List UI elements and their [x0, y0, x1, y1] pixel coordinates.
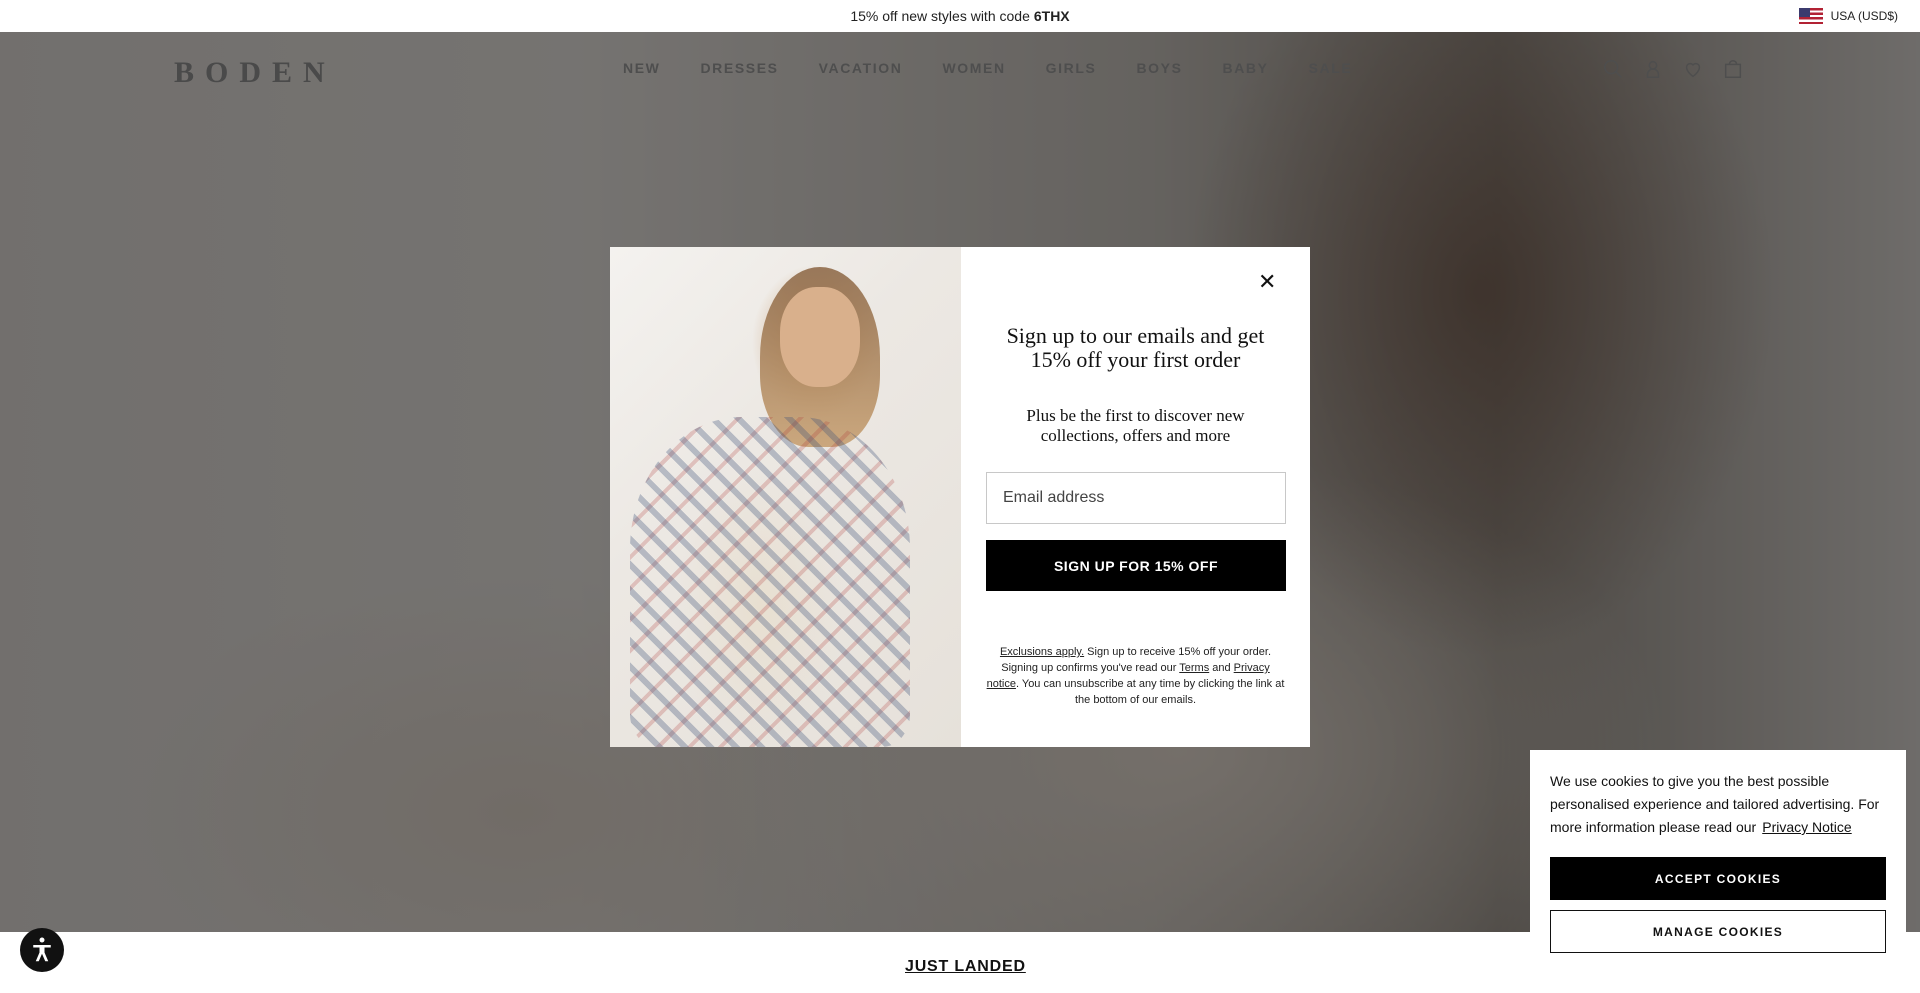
terms-link[interactable]: Terms [1179, 662, 1209, 674]
fineprint-text-3: . You can unsubscribe at any time by cli… [1015, 678, 1285, 706]
modal-subtitle: Plus be the first to discover new collec… [1026, 406, 1245, 445]
header-icons [1602, 58, 1744, 80]
account-icon[interactable] [1642, 58, 1664, 80]
manage-cookies-button[interactable]: MANAGE COOKIES [1550, 910, 1886, 953]
fineprint-text-2: and [1209, 662, 1234, 674]
signup-fineprint: Exclusions apply. Sign up to receive 15%… [986, 644, 1285, 708]
wishlist-heart-icon[interactable] [1682, 58, 1704, 80]
nav-item-boys[interactable]: BOYS [1136, 60, 1182, 76]
bag-icon[interactable] [1722, 58, 1744, 80]
nav-item-women[interactable]: WOMEN [942, 60, 1005, 76]
close-icon[interactable]: ✕ [1258, 271, 1276, 293]
usa-flag-icon [1798, 8, 1823, 24]
email-field[interactable] [986, 472, 1286, 524]
nav-item-girls[interactable]: GIRLS [1046, 60, 1097, 76]
just-landed-link[interactable]: JUST LANDED [905, 958, 1026, 976]
promo-bar: 15% off new styles with code 6THX [0, 0, 1920, 32]
accessibility-button[interactable] [20, 928, 64, 972]
exclusions-link[interactable]: Exclusions apply. [1000, 646, 1084, 658]
accept-cookies-button[interactable]: ACCEPT COOKIES [1550, 857, 1886, 900]
search-icon[interactable] [1602, 58, 1624, 80]
promo-text: 15% off new styles with code [850, 8, 1030, 24]
locale-selector[interactable]: USA (USD$) [1798, 0, 1898, 32]
locale-label: USA (USD$) [1830, 9, 1898, 23]
signup-button[interactable]: SIGN UP FOR 15% OFF [986, 540, 1286, 591]
nav-item-new[interactable]: NEW [623, 60, 660, 76]
boden-logo[interactable]: BODEN [174, 56, 336, 90]
email-signup-modal: ✕ Sign up to our emails and get 15% off … [610, 247, 1310, 747]
accessibility-icon [33, 937, 51, 962]
cookie-privacy-link[interactable]: Privacy Notice [1762, 819, 1851, 835]
nav-item-baby[interactable]: BABY [1223, 60, 1269, 76]
nav-item-vacation[interactable]: VACATION [819, 60, 903, 76]
modal-model-image [610, 247, 961, 747]
cookie-text: We use cookies to give you the best poss… [1550, 770, 1886, 839]
cookie-banner: We use cookies to give you the best poss… [1530, 750, 1906, 983]
main-nav: NEW DRESSES VACATION WOMEN GIRLS BOYS BA… [623, 60, 1352, 76]
modal-body: ✕ Sign up to our emails and get 15% off … [961, 247, 1310, 747]
promo-code: 6THX [1033, 8, 1070, 24]
nav-item-dresses[interactable]: DRESSES [700, 60, 778, 76]
nav-item-sale[interactable]: SALE [1309, 60, 1353, 76]
modal-title: Sign up to our emails and get 15% off yo… [1006, 323, 1265, 372]
